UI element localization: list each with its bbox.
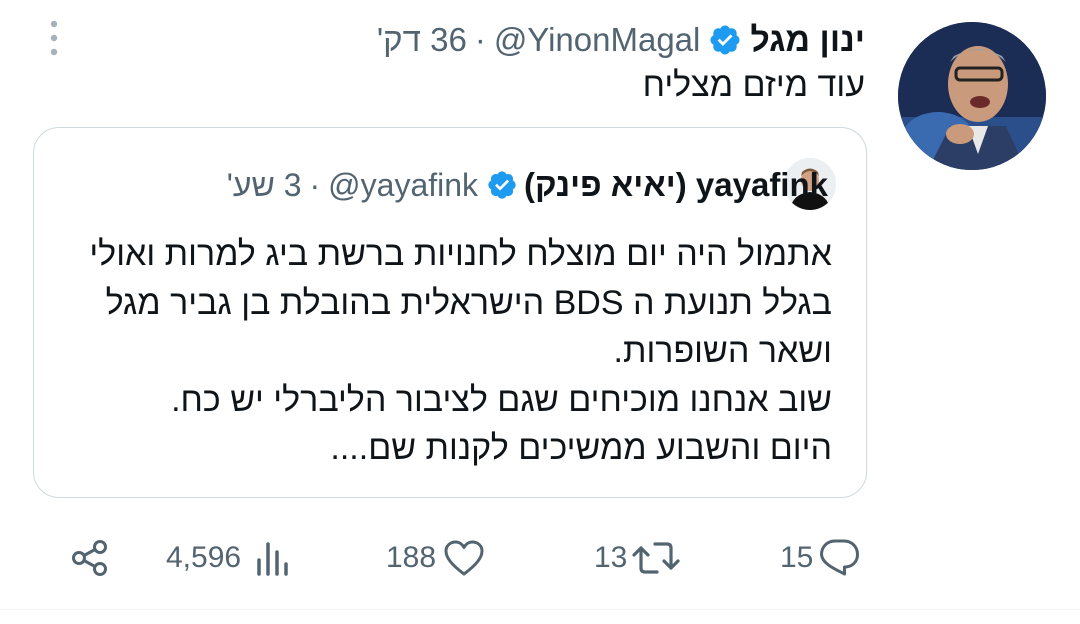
more-vertical-icon	[50, 20, 58, 56]
tweet-divider	[0, 609, 1080, 610]
verified-icon	[710, 25, 740, 55]
tweet-time[interactable]: 36 דק'	[377, 21, 467, 59]
quoted-text-line: בגלל תנועת ה BDS הישראלית בהובלת בן גביר…	[105, 283, 832, 322]
reply-button[interactable]: 15	[780, 532, 861, 584]
like-button[interactable]: 188	[386, 532, 486, 584]
retweet-button[interactable]: 13	[594, 532, 681, 584]
retweets-count: 13	[594, 541, 628, 574]
retweet-icon	[632, 542, 680, 574]
tweet-header: ינון מגל @YinonMagal · 36 דק'	[377, 18, 865, 62]
more-options-button[interactable]	[42, 18, 66, 58]
author-avatar[interactable]	[898, 22, 1046, 170]
author-name[interactable]: ינון מגל	[750, 21, 865, 60]
quoted-header-separator: ·	[309, 166, 321, 203]
reply-icon	[820, 539, 860, 576]
quoted-tweet-header: yayafink (יאיא פינק) @yayafink · 3 שע'	[227, 163, 828, 207]
verified-icon	[488, 171, 516, 199]
like-icon	[444, 540, 484, 576]
replies-count: 15	[780, 541, 814, 574]
header-separator: ·	[474, 21, 486, 58]
quoted-text-line: אתמול היה יום מוצלח לחנויות ברשת ביג למר…	[89, 235, 832, 273]
share-icon	[72, 540, 107, 576]
share-button[interactable]	[70, 532, 110, 584]
avatar-image	[898, 22, 1046, 170]
quoted-text-line: ושאר השופרות.	[613, 332, 832, 370]
quoted-text-line: היום והשבוע ממשיכים לקנות שם....	[330, 429, 832, 467]
likes-count: 188	[386, 541, 437, 574]
views-icon	[257, 542, 288, 576]
views-button[interactable]: 4,596	[166, 532, 293, 584]
author-handle[interactable]: @YinonMagal	[494, 21, 701, 59]
quoted-tweet-time[interactable]: 3 שע'	[227, 167, 302, 204]
quoted-author-handle[interactable]: @yayafink	[328, 167, 478, 204]
quoted-text-line: שוב אנחנו מוכיחים שגם לציבור הליברלי יש …	[171, 380, 832, 419]
views-count: 4,596	[166, 541, 242, 574]
quoted-tweet-text: אתמול היה יום מוצלח לחנויות ברשת ביג למר…	[72, 230, 832, 473]
tweet-text: עוד מיזם מצליח	[642, 66, 865, 104]
quoted-author-name[interactable]: yayafink (יאיא פינק)	[524, 166, 828, 204]
